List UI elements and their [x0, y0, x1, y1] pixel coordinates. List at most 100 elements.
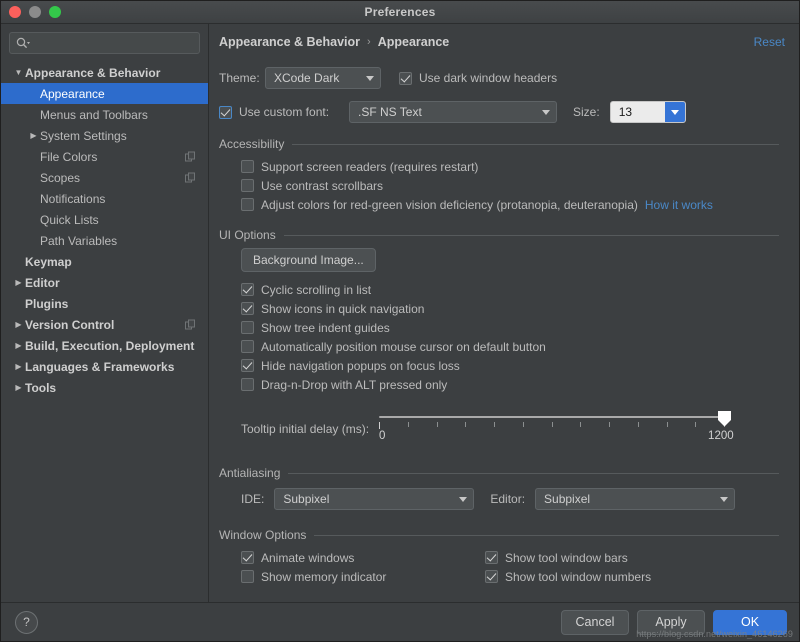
slider-thumb[interactable] [717, 410, 732, 427]
slider-tick [436, 422, 438, 427]
background-image-button[interactable]: Background Image... [241, 248, 376, 272]
minimize-window-icon[interactable] [29, 6, 41, 18]
checkbox-box [241, 198, 254, 211]
chevron-right-icon[interactable]: ▶ [12, 278, 25, 287]
support-screen-readers-requires-restart-checkbox[interactable]: Support screen readers (requires restart… [241, 157, 785, 176]
sidebar-item-keymap[interactable]: Keymap [1, 251, 208, 272]
dialog-body: ▼ Appearance & Behavior Appearance Menus … [1, 24, 799, 604]
show-tool-window-bars-label: Show tool window bars [505, 550, 628, 565]
theme-select[interactable]: XCode Dark [265, 67, 381, 89]
copy-icon[interactable] [185, 172, 196, 183]
show-tool-window-bars-checkbox[interactable]: Show tool window bars [485, 548, 651, 567]
show-icons-in-quick-navigation-checkbox[interactable]: Show icons in quick navigation [241, 299, 785, 318]
chevron-right-icon[interactable]: ▶ [12, 341, 25, 350]
show-tool-window-numbers-label: Show tool window numbers [505, 569, 652, 584]
slider-tick [609, 422, 611, 427]
sidebar-item-path-variables[interactable]: Path Variables [1, 230, 208, 251]
sidebar-item-quick-lists[interactable]: Quick Lists [1, 209, 208, 230]
tooltip-delay-slider[interactable]: 0 1200 [379, 410, 734, 446]
checkbox-box [399, 71, 412, 85]
search-container [1, 24, 208, 60]
hide-navigation-popups-on-focus-loss-checkbox[interactable]: Hide navigation popups on focus loss [241, 356, 785, 375]
sidebar-item-version-control[interactable]: ▶ Version Control [1, 314, 208, 335]
sidebar-item-scopes[interactable]: Scopes [1, 167, 208, 188]
sidebar-item-label: Editor [25, 275, 60, 290]
title-bar: Preferences [1, 1, 799, 24]
sidebar-item-menus-and-toolbars[interactable]: Menus and Toolbars [1, 104, 208, 125]
ui-options-body: Background Image... Cyclic scrolling in … [219, 248, 785, 446]
chevron-down-icon [720, 496, 729, 502]
adjust-colors-for-red-green-vision-defic-checkbox[interactable]: Adjust colors for red-green vision defic… [241, 195, 785, 214]
chevron-right-icon[interactable]: ▶ [12, 362, 25, 371]
breadcrumb-parent[interactable]: Appearance & Behavior [219, 35, 360, 49]
show-tool-window-numbers-checkbox[interactable]: Show tool window numbers [485, 567, 651, 586]
sidebar-item-appearance-behavior[interactable]: ▼ Appearance & Behavior [1, 62, 208, 83]
ui-options-section-header: UI Options [219, 228, 785, 242]
sidebar-item-languages-frameworks[interactable]: ▶ Languages & Frameworks [1, 356, 208, 377]
sidebar-item-label: Quick Lists [40, 212, 99, 227]
cyclic-scrolling-in-list-checkbox[interactable]: Cyclic scrolling in list [241, 280, 785, 299]
show-tree-indent-guides-label: Show tree indent guides [261, 320, 390, 335]
reset-link[interactable]: Reset [754, 35, 785, 49]
automatically-position-mouse-cursor-on-d-checkbox[interactable]: Automatically position mouse cursor on d… [241, 337, 785, 356]
checkbox-box [485, 570, 498, 583]
font-size-select[interactable]: 13 [609, 101, 686, 123]
slider-tick [580, 422, 582, 427]
chevron-right-icon[interactable]: ▶ [27, 131, 40, 140]
sidebar-item-label: Appearance & Behavior [25, 65, 161, 80]
checkbox-box [241, 359, 254, 372]
slider-min-label: 0 [379, 430, 386, 442]
use-custom-font-checkbox[interactable]: Use custom font: [219, 105, 349, 119]
breadcrumb-current: Appearance [377, 35, 450, 49]
sidebar-item-tools[interactable]: ▶ Tools [1, 377, 208, 398]
sidebar-item-appearance[interactable]: Appearance [1, 83, 208, 104]
sidebar-item-plugins[interactable]: Plugins [1, 293, 208, 314]
zoom-window-icon[interactable] [49, 6, 61, 18]
dark-window-headers-checkbox[interactable]: Use dark window headers [399, 71, 557, 85]
slider-max-label: 1200 [708, 430, 734, 442]
sidebar-item-build-execution-deployment[interactable]: ▶ Build, Execution, Deployment [1, 335, 208, 356]
animate-windows-checkbox[interactable]: Animate windows [241, 548, 485, 567]
chevron-down-icon[interactable] [664, 102, 685, 122]
slider-tick [695, 422, 697, 427]
search-input[interactable] [9, 32, 200, 54]
support-screen-readers-requires-restart-label: Support screen readers (requires restart… [261, 159, 479, 174]
drag-n-drop-with-alt-pressed-only-checkbox[interactable]: Drag-n-Drop with ALT pressed only [241, 375, 785, 394]
close-window-icon[interactable] [9, 6, 21, 18]
show-memory-indicator-checkbox[interactable]: Show memory indicator [241, 567, 485, 586]
sidebar-item-system-settings[interactable]: ▶ System Settings [1, 125, 208, 146]
breadcrumb: Appearance & Behavior › Appearance Reset [209, 24, 799, 49]
how-it-works-link[interactable]: How it works [645, 198, 713, 212]
copy-icon[interactable] [185, 151, 196, 162]
editor-antialiasing-label: Editor: [490, 492, 526, 506]
chevron-down-icon[interactable]: ▼ [12, 68, 25, 77]
ui-options-title: UI Options [219, 228, 276, 242]
use-contrast-scrollbars-checkbox[interactable]: Use contrast scrollbars [241, 176, 785, 195]
sidebar-item-notifications[interactable]: Notifications [1, 188, 208, 209]
sidebar-item-label: Path Variables [40, 233, 118, 248]
sidebar-item-file-colors[interactable]: File Colors [1, 146, 208, 167]
tooltip-delay-row: Tooltip initial delay (ms): 0 1200 [241, 410, 785, 446]
checkbox-box [241, 302, 254, 315]
font-family-select[interactable]: .SF NS Text [349, 101, 557, 123]
ide-antialiasing-select[interactable]: Subpixel [274, 488, 475, 510]
search-icon [16, 37, 31, 49]
hide-navigation-popups-on-focus-loss-label: Hide navigation popups on focus loss [261, 358, 460, 373]
checkbox-box [241, 340, 254, 353]
cancel-button[interactable]: Cancel [561, 609, 629, 635]
watermark: https://blog.csdn.net/weixin_46146269 [636, 629, 793, 639]
chevron-right-icon[interactable]: ▶ [12, 383, 25, 392]
accessibility-section-header: Accessibility [219, 137, 785, 151]
sidebar-item-label: Menus and Toolbars [40, 107, 148, 122]
breadcrumb-separator-icon: › [367, 36, 371, 48]
editor-antialiasing-select[interactable]: Subpixel [535, 488, 736, 510]
sidebar-item-editor[interactable]: ▶ Editor [1, 272, 208, 293]
chevron-right-icon[interactable]: ▶ [12, 320, 25, 329]
window-options-left-column: Animate windows Show memory indicator [241, 548, 485, 586]
help-button[interactable]: ? [15, 610, 38, 634]
checkbox-box [241, 283, 254, 296]
antialiasing-row: IDE: Subpixel Editor: Subpixel [219, 488, 785, 510]
show-tree-indent-guides-checkbox[interactable]: Show tree indent guides [241, 318, 785, 337]
copy-icon[interactable] [185, 319, 196, 330]
